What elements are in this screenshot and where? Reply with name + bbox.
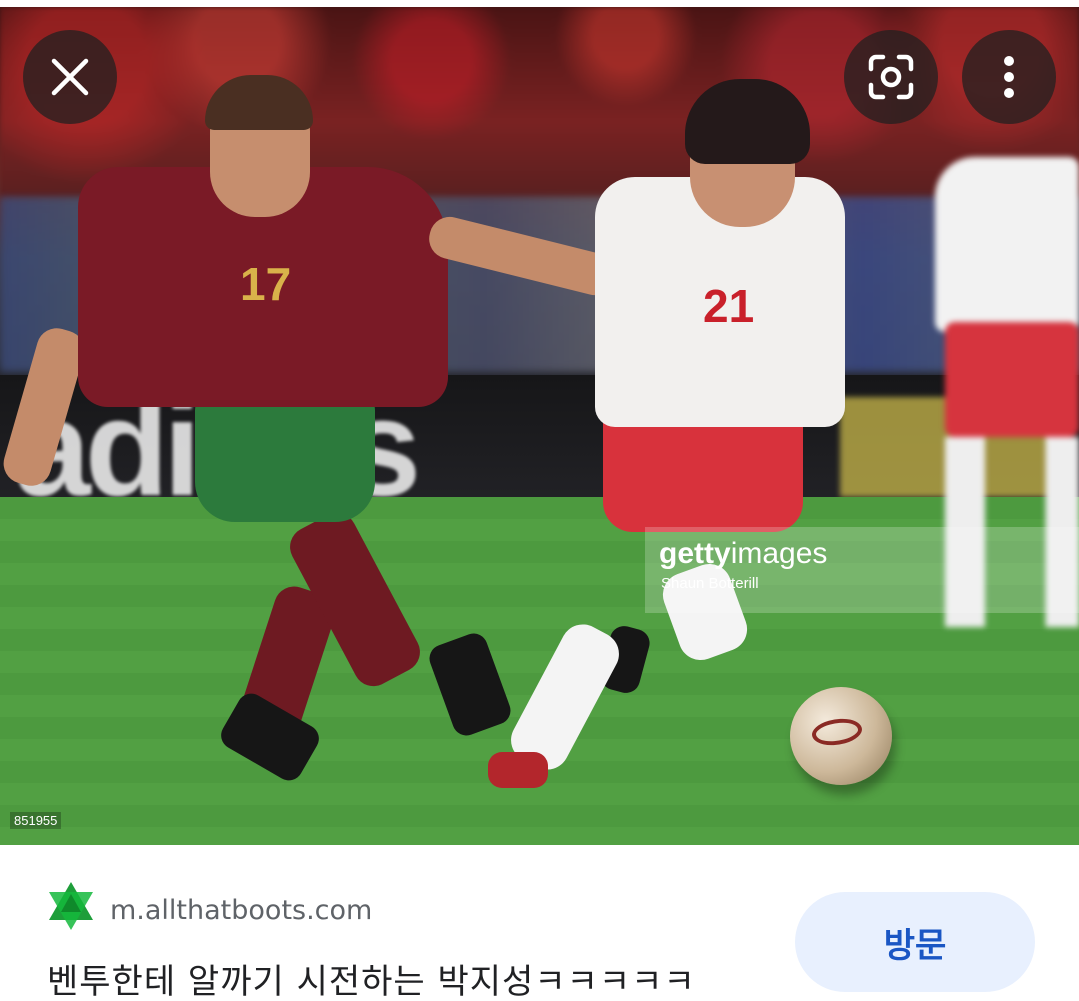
site-domain[interactable]: m.allthatboots.com [110,895,372,926]
photo-id: 851955 [10,812,62,829]
site-favicon-icon [49,882,93,930]
lens-search-button[interactable] [844,30,938,124]
jersey-number-right: 21 [703,280,755,332]
player-right-boot [488,752,548,788]
player-right-hair [685,79,810,164]
result-title[interactable]: 벤투한테 알까기 시전하는 박지성ㅋㅋㅋㅋㅋ [47,954,696,1001]
top-strip [0,0,1079,7]
lens-icon [868,54,914,100]
close-button[interactable] [23,30,117,124]
visit-button-label: 방문 [883,925,947,966]
jersey-number-left: 17 [240,258,292,310]
player-left-shorts [195,392,375,522]
watermark-brand: gettyimages [659,537,828,570]
close-icon [51,58,89,96]
watermark-credit: Shaun Botterill [661,575,759,592]
more-vert-icon [1004,56,1014,98]
visit-button[interactable]: 방문 [795,892,1035,992]
result-image[interactable]: adidas 17 21 gettyimages Shaun Botterill… [0,7,1079,845]
more-options-button[interactable] [962,30,1056,124]
